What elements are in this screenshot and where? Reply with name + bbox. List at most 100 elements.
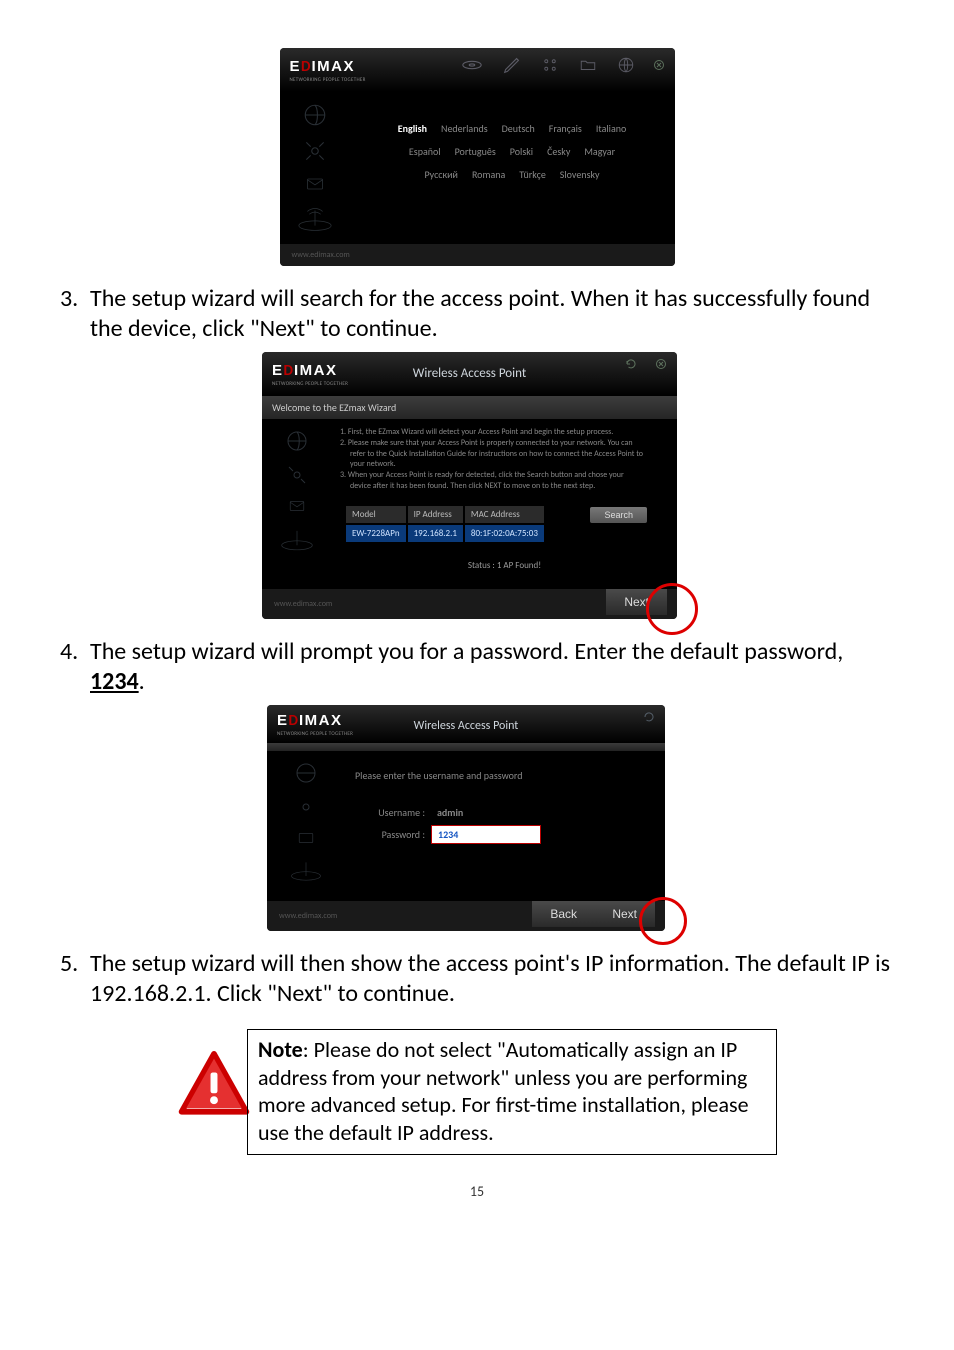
lang-espanol[interactable]: Español [409,145,441,158]
divider [267,743,665,751]
language-select-card: EDIMAX NETWORKING PEOPLE TOGETHER [280,48,675,266]
disc-icon [461,54,483,76]
note-box: Note: Please do not select "Automaticall… [247,1029,777,1155]
lang-francais[interactable]: Français [549,122,582,135]
instruction-3a: 3. When your Access Point is ready for d… [340,470,669,481]
step-5: 5. The setup wizard will then show the a… [60,949,894,1009]
card2-footer: www.edimax.com Next [262,589,677,619]
step-5-text: The setup wizard will then show the acce… [90,949,894,1009]
wizard-search-wrap: EDIMAX NETWORKING PEOPLE TOGETHER Wirele… [262,352,692,619]
lang-turkce[interactable]: Türkçe [519,168,546,181]
brand-tagline: NETWORKING PEOPLE TOGETHER [272,381,348,387]
back-button[interactable]: Back [532,901,595,927]
instruction-3b: device after it has been found. Then cli… [340,481,669,492]
username-label: Username : [355,806,425,819]
satellite-icon [294,795,318,819]
grid-icon [541,56,559,74]
step-4-text-b: . [139,667,145,696]
page-number: 15 [60,1183,894,1200]
close-icon[interactable] [653,59,665,71]
instruction-2a: 2. Please make sure that your Access Poi… [340,438,669,449]
satellite-icon [285,463,309,487]
mail-icon [302,174,328,194]
col-ip: IP Address [408,506,463,523]
mail-icon [285,497,309,515]
lang-nederlands[interactable]: Nederlands [441,122,488,135]
login-card: EDIMAX NETWORKING PEOPLE TOGETHER Wirele… [267,705,665,931]
step-4-text-a: The setup wizard will prompt you for a p… [90,637,843,666]
language-options: English Nederlands Deutsch Français Ital… [350,92,675,244]
instruction-1: 1. First, the EZmax Wizard will detect y… [340,427,669,438]
brand-logo: EDIMAX [277,712,353,730]
username-row: Username : admin [355,804,541,821]
lang-magyar[interactable]: Magyar [584,145,615,158]
side-panel-icons [280,92,350,244]
card-footer: www.edimax.com [280,244,675,266]
side-panel-icons [262,419,332,589]
device-table: Model IP Address MAC Address EW-7228APn … [344,504,546,544]
lang-polski[interactable]: Polski [510,145,533,158]
cell-mac: 80:1F:02:0A:75:03 [465,525,544,542]
mail-icon [294,829,318,847]
satellite-icon [302,138,328,164]
step-4-text: The setup wizard will prompt you for a p… [90,637,894,697]
device-icon [279,525,315,553]
lang-deutsch[interactable]: Deutsch [502,122,535,135]
folder-icon [577,56,599,74]
close-icon[interactable] [655,358,667,370]
instruction-2c: your network. [340,459,669,470]
lang-italiano[interactable]: Italiano [596,122,626,135]
password-input[interactable]: 1234 [431,825,541,844]
highlight-circle [646,583,698,635]
note-text: : Please do not select "Automatically as… [258,1036,749,1146]
step-3-number: 3. [60,284,90,344]
step-5-number: 5. [60,949,90,1009]
device-icon [296,204,334,234]
refresh-icon[interactable] [625,358,637,370]
warning-icon [177,1047,251,1121]
card2-title: Wireless Access Point [413,366,526,381]
username-value: admin [431,804,541,821]
step-3: 3. The setup wizard will search for the … [60,284,894,344]
brand-tagline: NETWORKING PEOPLE TOGETHER [277,731,353,737]
highlight-circle [639,897,687,945]
lang-english[interactable]: English [398,122,427,135]
lang-portugues[interactable]: Português [455,145,496,158]
globe-small-icon [302,102,328,128]
default-password: 1234 [90,667,139,696]
step-4-number: 4. [60,637,90,697]
cell-ip: 192.168.2.1 [408,525,463,542]
card3-title: Wireless Access Point [414,719,519,733]
footer-link: www.edimax.com [279,911,337,921]
footer-link: www.edimax.com [274,599,332,609]
lang-slovensky[interactable]: Slovensky [560,168,600,181]
card-header: EDIMAX NETWORKING PEOPLE TOGETHER [280,48,675,92]
globe-small-icon [294,761,318,785]
welcome-bar: Welcome to the EZmax Wizard [262,396,677,419]
globe-icon [617,56,635,74]
col-model: Model [346,506,406,523]
table-header-row: Model IP Address MAC Address [346,506,544,523]
step-4: 4. The setup wizard will prompt you for … [60,637,894,697]
cell-model: EW-7228APn [346,525,406,542]
status-text: Status : 1 AP Found! [332,560,677,571]
header-icons [461,54,665,76]
login-wrap: EDIMAX NETWORKING PEOPLE TOGETHER Wirele… [267,705,687,931]
lang-romana[interactable]: Romana [472,168,505,181]
pencil-icon [501,54,523,76]
brand-tagline: NETWORKING PEOPLE TOGETHER [290,77,366,83]
globe-small-icon [285,429,309,453]
login-prompt: Please enter the username and password [355,769,541,782]
lang-cesky[interactable]: Česky [547,145,570,158]
step-3-text: The setup wizard will search for the acc… [90,284,894,344]
lang-russian[interactable]: Русский [424,168,458,181]
refresh-icon[interactable] [643,711,655,723]
brand-logo: EDIMAX [290,58,366,76]
search-button[interactable]: Search [590,507,647,523]
table-row[interactable]: EW-7228APn 192.168.2.1 80:1F:02:0A:75:03 [346,525,544,542]
instruction-2b: refer to the Quick Installation Guide fo… [340,449,669,460]
password-label: Password : [355,828,425,841]
card2-header: EDIMAX NETWORKING PEOPLE TOGETHER Wirele… [262,352,677,396]
note: Note: Please do not select "Automaticall… [177,1029,777,1155]
instructions: 1. First, the EZmax Wizard will detect y… [332,419,677,498]
